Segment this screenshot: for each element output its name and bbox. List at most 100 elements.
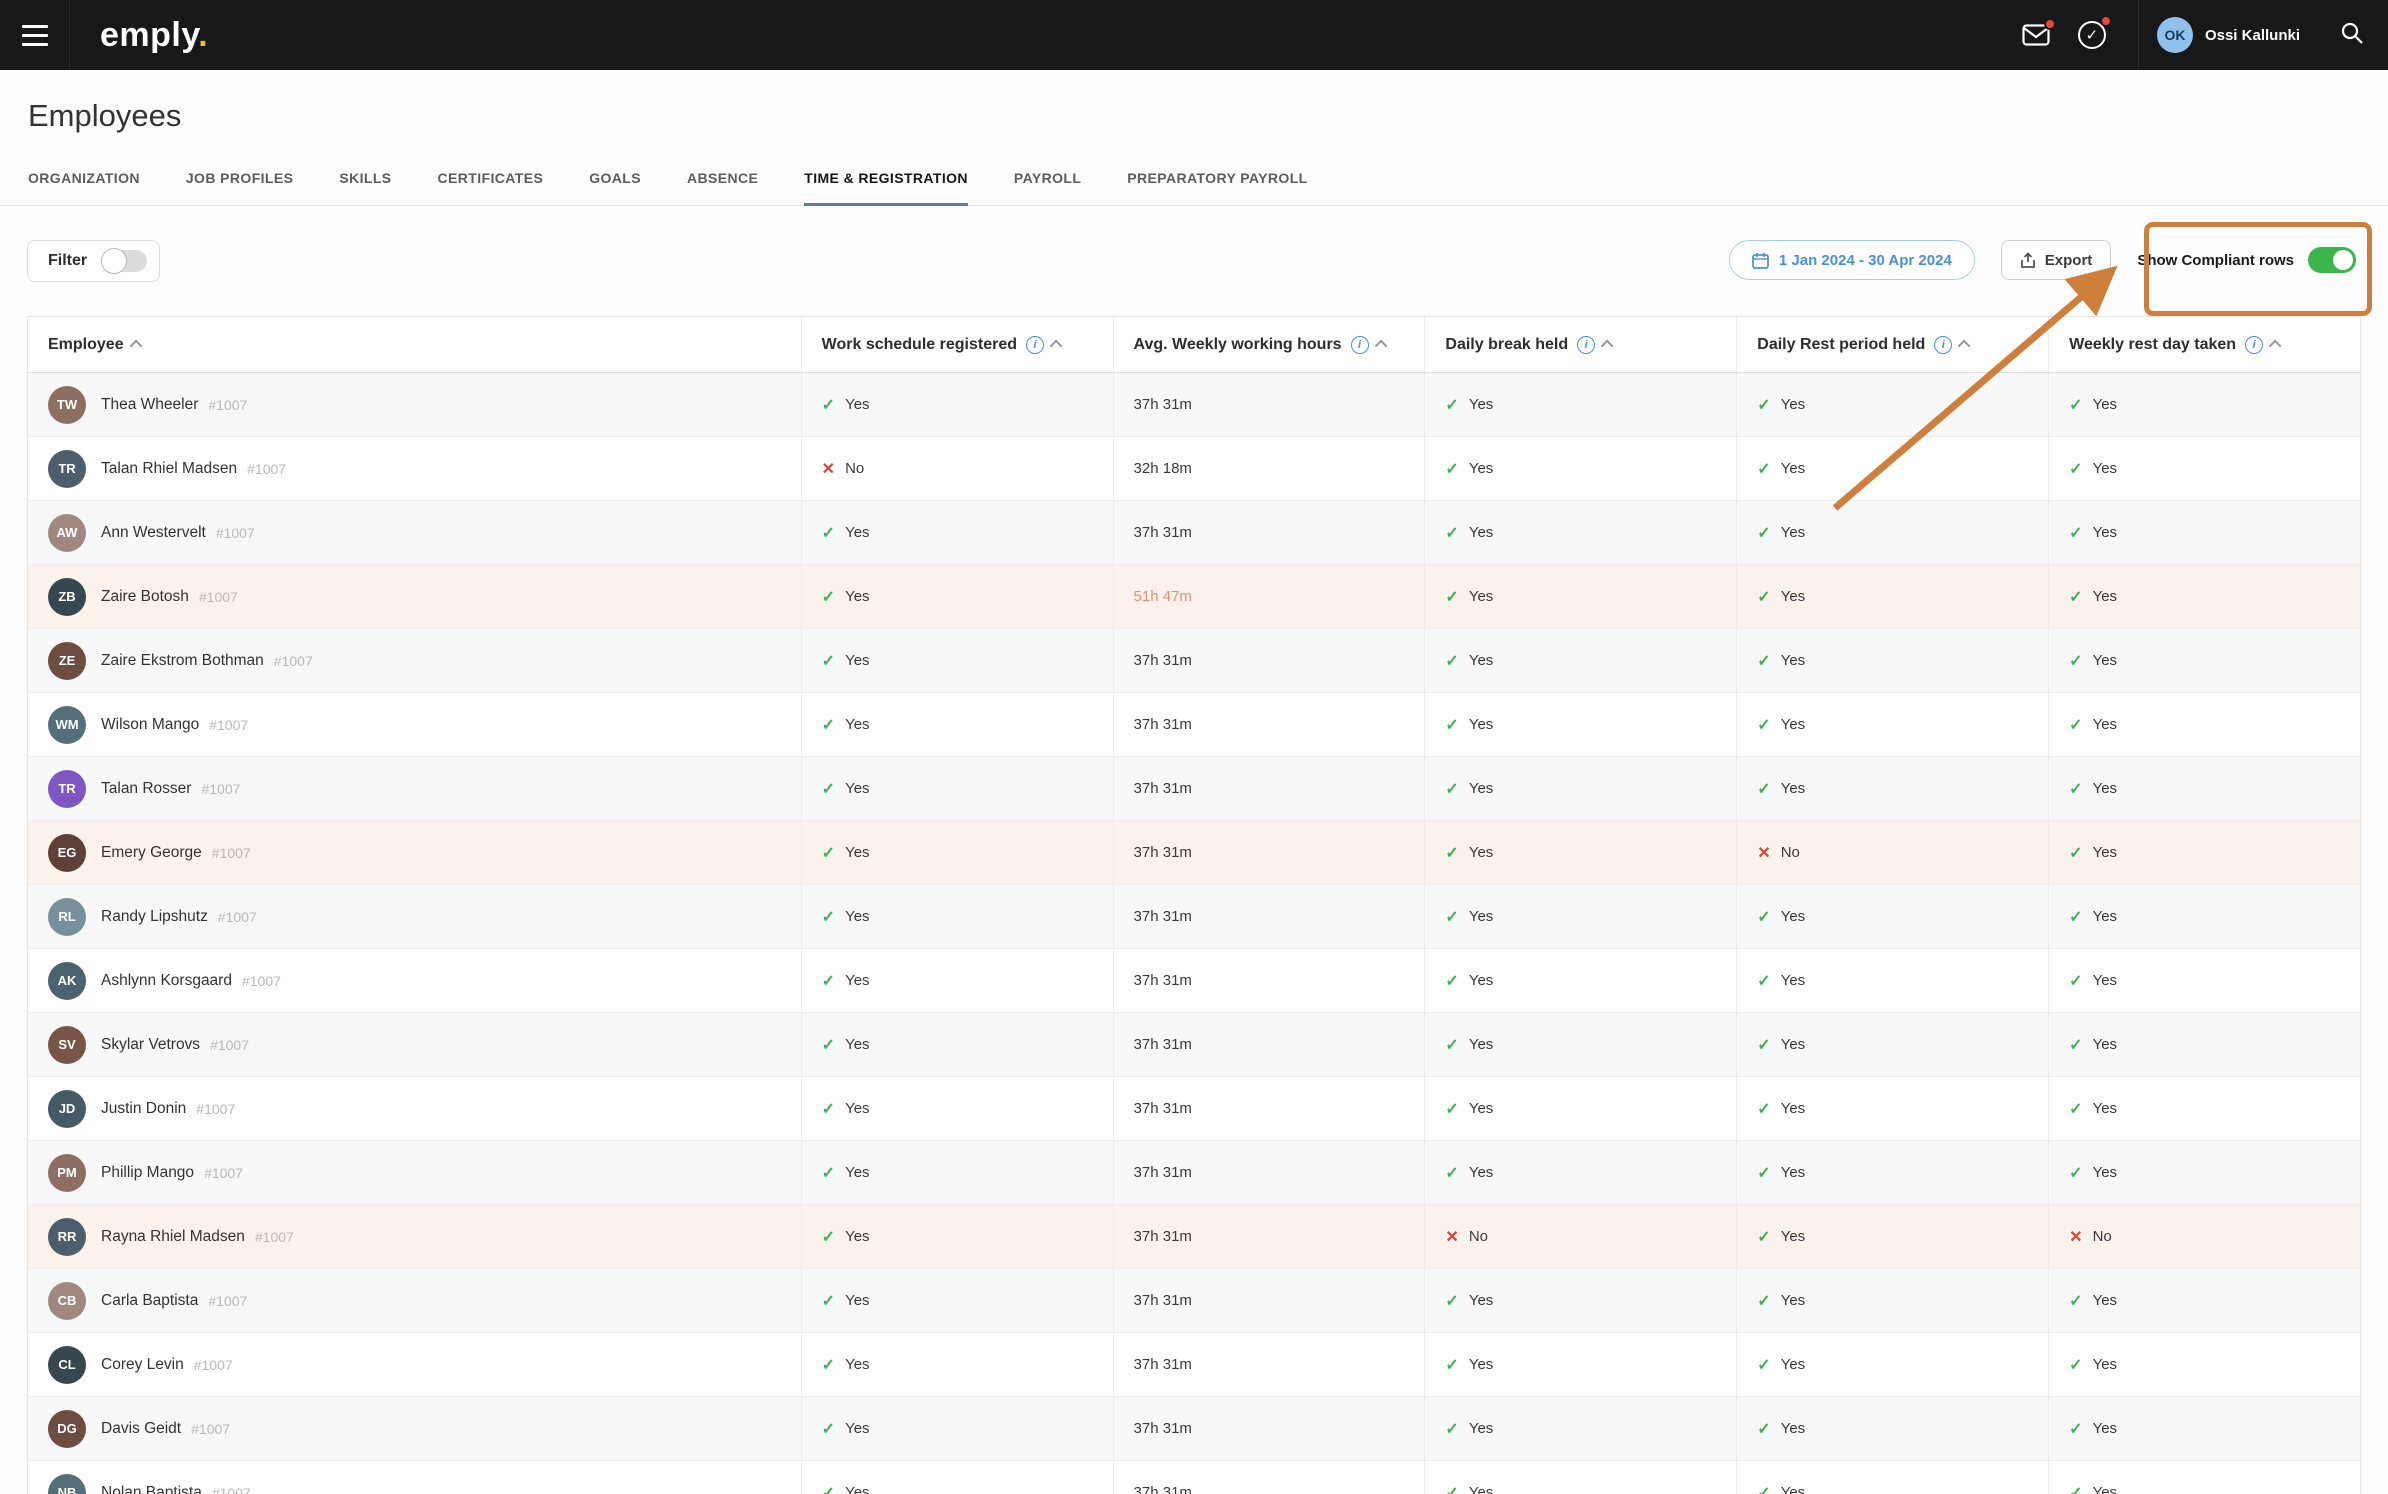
avatar: TR [48,770,86,808]
table-row[interactable]: PMPhillip Mango#1007✓Yes37h 31m✓Yes✓Yes✓… [28,1141,2360,1205]
column-header-weekly-rest-day-taken[interactable]: Weekly rest day takeni [2048,317,2360,372]
check-icon: ✓ [822,1483,835,1494]
tabs: ORGANIZATION JOB PROFILES SKILLS CERTIFICAT… [0,158,2388,205]
check-icon: ✓ [1757,1035,1770,1055]
tab-goals[interactable]: GOALS [589,158,641,206]
column-header-daily-rest-period-held[interactable]: Daily Rest period heldi [1736,317,2048,372]
check-icon: ✓ [822,1035,835,1055]
avg-hours-value: 37h 31m [1134,844,1192,861]
column-header-daily-break-held[interactable]: Daily break heldi [1424,317,1736,372]
date-range-button[interactable]: 1 Jan 2024 - 30 Apr 2024 [1729,240,1975,280]
info-icon[interactable]: i [1351,336,1369,354]
avatar: PM [48,1154,86,1192]
hamburger-menu-icon[interactable] [0,0,70,70]
filter-button[interactable]: Filter [27,240,160,282]
table-row[interactable]: EGEmery George#1007✓Yes37h 31m✓Yes✕No✓Ye… [28,821,2360,885]
table-row[interactable]: DGDavis Geidt#1007✓Yes37h 31m✓Yes✓Yes✓Ye… [28,1397,2360,1461]
table-row[interactable]: ZEZaire Ekstrom Bothman#1007✓Yes37h 31m✓… [28,629,2360,693]
avg-hours-value: 37h 31m [1134,1164,1192,1181]
tab-skills[interactable]: SKILLS [339,158,391,206]
status-value: Yes [2093,780,2117,797]
column-header-employee[interactable]: Employee [28,317,801,372]
sort-chevron-icon[interactable] [2269,340,2282,353]
status-value: Yes [845,716,869,733]
check-icon: ✓ [1445,715,1458,735]
column-header-work-schedule-registered[interactable]: Work schedule registeredi [801,317,1113,372]
table-row[interactable]: TRTalan Rosser#1007✓Yes37h 31m✓Yes✓Yes✓Y… [28,757,2360,821]
table-row[interactable]: TWThea Wheeler#1007✓Yes37h 31m✓Yes✓Yes✓Y… [28,373,2360,437]
table-row[interactable]: WMWilson Mango#1007✓Yes37h 31m✓Yes✓Yes✓Y… [28,693,2360,757]
avatar: RL [48,898,86,936]
employee-name: Thea Wheeler [101,396,198,414]
tab-job-profiles[interactable]: JOB PROFILES [186,158,293,206]
employee-id: #1007 [208,397,247,413]
tab-certificates[interactable]: CERTIFICATES [438,158,544,206]
check-icon: ✓ [1445,395,1458,415]
show-compliant-toggle[interactable] [2308,247,2356,273]
sort-chevron-icon[interactable] [129,340,142,353]
logo-text: emply [100,16,198,54]
table-row[interactable]: ZBZaire Botosh#1007✓Yes51h 47m✓Yes✓Yes✓Y… [28,565,2360,629]
table-row[interactable]: SVSkylar Vetrovs#1007✓Yes37h 31m✓Yes✓Yes… [28,1013,2360,1077]
status-value: Yes [845,1420,869,1437]
tab-time-registration[interactable]: TIME & REGISTRATION [804,158,968,206]
search-icon[interactable] [2340,21,2364,50]
employee-name: Justin Donin [101,1100,186,1118]
tasks-icon[interactable]: ✓ [2078,21,2106,49]
top-bar: emply. ✓ OK Ossi Kallunki [0,0,2388,70]
filter-toggle[interactable] [101,250,147,272]
status-value: No [845,460,864,477]
status-value: Yes [2093,1484,2117,1494]
table-row[interactable]: AWAnn Westervelt#1007✓Yes37h 31m✓Yes✓Yes… [28,501,2360,565]
export-button[interactable]: Export [2001,240,2112,280]
employee-name: Davis Geidt [101,1420,181,1438]
tab-organization[interactable]: ORGANIZATION [28,158,140,206]
table-row[interactable]: CLCorey Levin#1007✓Yes37h 31m✓Yes✓Yes✓Ye… [28,1333,2360,1397]
status-value: Yes [845,908,869,925]
avg-hours-value: 37h 31m [1134,1356,1192,1373]
status-value: Yes [845,1036,869,1053]
table-row[interactable]: RLRandy Lipshutz#1007✓Yes37h 31m✓Yes✓Yes… [28,885,2360,949]
info-icon[interactable]: i [1026,336,1044,354]
sort-chevron-icon[interactable] [1374,340,1387,353]
avg-hours-value: 32h 18m [1134,460,1192,477]
info-icon[interactable]: i [1577,336,1595,354]
avg-hours-value: 37h 31m [1134,396,1192,413]
table-row[interactable]: JDJustin Donin#1007✓Yes37h 31m✓Yes✓Yes✓Y… [28,1077,2360,1141]
sort-chevron-icon[interactable] [1958,340,1971,353]
table-row[interactable]: TRTalan Rhiel Madsen#1007✕No32h 18m✓Yes✓… [28,437,2360,501]
check-icon: ✓ [1445,651,1458,671]
table-row[interactable]: NBNolan Baptista#1007✓Yes37h 31m✓Yes✓Yes… [28,1461,2360,1494]
status-value: Yes [1469,460,1493,477]
info-icon[interactable]: i [1934,336,1952,354]
status-value: Yes [1469,972,1493,989]
avg-hours-value: 37h 31m [1134,780,1192,797]
check-icon: ✓ [2069,651,2082,671]
employee-id: #1007 [209,717,248,733]
status-value: Yes [2093,652,2117,669]
user-menu[interactable]: OK Ossi Kallunki [2157,17,2300,53]
status-value: Yes [845,1100,869,1117]
check-icon: ✓ [1445,1099,1458,1119]
table-row[interactable]: CBCarla Baptista#1007✓Yes37h 31m✓Yes✓Yes… [28,1269,2360,1333]
info-icon[interactable]: i [2245,336,2263,354]
show-compliant-control: Show Compliant rows [2137,247,2360,273]
status-value: Yes [1781,1228,1805,1245]
employee-id: #1007 [247,461,286,477]
status-value: Yes [1781,716,1805,733]
table-row[interactable]: AKAshlynn Korsgaard#1007✓Yes37h 31m✓Yes✓… [28,949,2360,1013]
tab-absence[interactable]: ABSENCE [687,158,758,206]
check-icon: ✓ [822,523,835,543]
tab-preparatory-payroll[interactable]: PREPARATORY PAYROLL [1127,158,1307,206]
check-icon: ✓ [822,395,835,415]
tab-payroll[interactable]: PAYROLL [1014,158,1081,206]
sort-chevron-icon[interactable] [1601,340,1614,353]
table-row[interactable]: RRRayna Rhiel Madsen#1007✓Yes37h 31m✕No✓… [28,1205,2360,1269]
check-icon: ✓ [1445,843,1458,863]
status-value: Yes [845,588,869,605]
column-header-avg-weekly-working-hours[interactable]: Avg. Weekly working hoursi [1113,317,1425,372]
avatar: SV [48,1026,86,1064]
sort-chevron-icon[interactable] [1050,340,1063,353]
messages-icon[interactable] [2022,24,2050,46]
check-icon: ✓ [1445,1163,1458,1183]
